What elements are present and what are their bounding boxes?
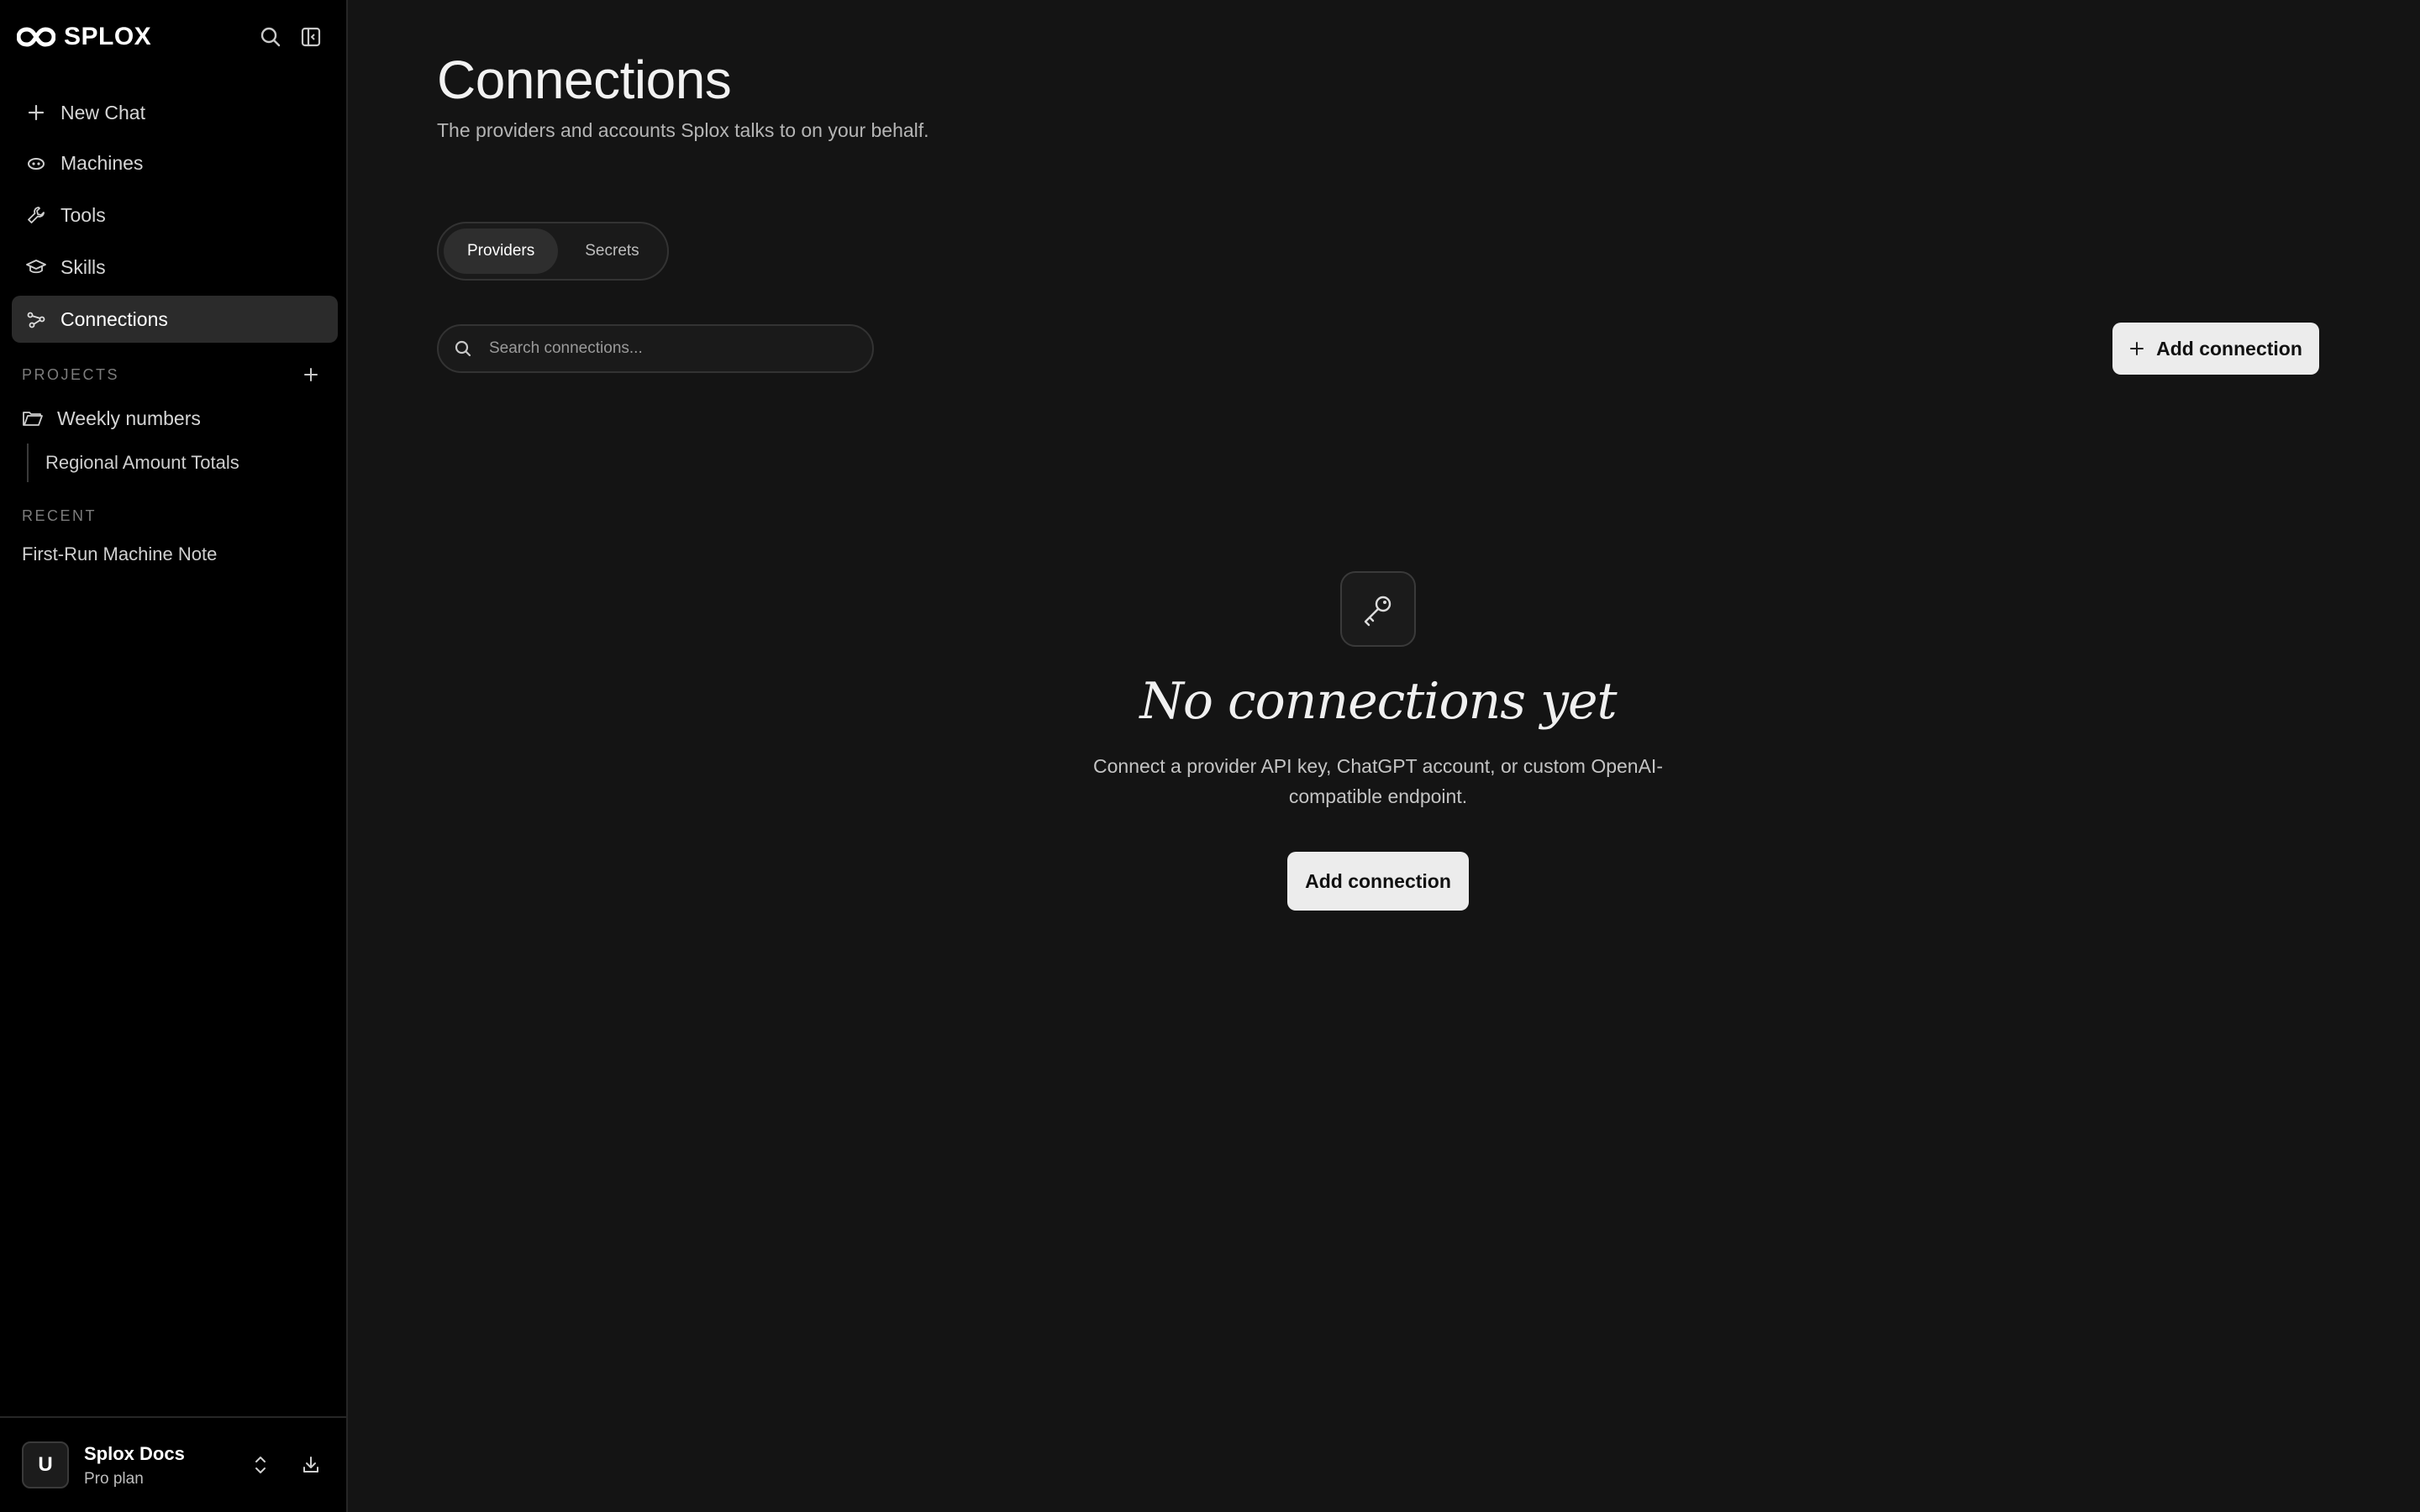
empty-add-connection-button[interactable]: Add connection xyxy=(1287,852,1469,911)
page-title: Connections xyxy=(437,50,732,110)
nav-label: Machines xyxy=(60,151,144,174)
tree-line xyxy=(27,444,29,482)
add-connection-button[interactable]: Add connection xyxy=(2112,323,2319,375)
nav-label: New Chat xyxy=(60,101,145,123)
nav-label: Skills xyxy=(60,255,106,278)
graduation-cap-icon xyxy=(24,255,49,280)
infinity-logo-icon xyxy=(17,27,55,47)
tab-secrets[interactable]: Secrets xyxy=(561,228,662,274)
plus-icon xyxy=(2130,342,2144,355)
empty-state-title: No connections yet xyxy=(1139,672,1617,731)
project-weekly-numbers[interactable]: Weekly numbers xyxy=(22,402,201,435)
nav-label: Connections xyxy=(60,307,168,330)
avatar[interactable]: U xyxy=(22,1441,69,1488)
wrench-icon xyxy=(24,202,49,228)
add-project-icon[interactable] xyxy=(299,363,323,386)
tab-switcher: Providers Secrets xyxy=(437,222,669,281)
sidebar-item-tools[interactable]: Tools xyxy=(12,192,338,239)
account-plan: Pro plan xyxy=(84,1470,144,1488)
account-name[interactable]: Splox Docs xyxy=(84,1443,185,1465)
recent-chat-item[interactable]: First-Run Machine Note xyxy=(22,539,217,570)
recent-label: RECENT xyxy=(22,507,97,524)
collapse-sidebar-icon[interactable] xyxy=(297,24,324,50)
search-box xyxy=(437,324,874,373)
search-icon xyxy=(454,339,477,358)
folder-icon xyxy=(22,409,47,428)
sidebar: SPLOX New Chat Machines Tools Skills Con… xyxy=(0,0,348,1512)
chevron-up-down-icon[interactable] xyxy=(245,1450,276,1480)
sidebar-item-connections[interactable]: Connections xyxy=(12,296,338,343)
account-footer: U Splox Docs Pro plan xyxy=(0,1416,346,1512)
sidebar-item-skills[interactable]: Skills xyxy=(12,244,338,291)
project-name: Weekly numbers xyxy=(57,407,201,429)
brand-name: SPLOX xyxy=(64,23,152,50)
tab-providers[interactable]: Providers xyxy=(444,228,559,274)
add-connection-label: Add connection xyxy=(2156,337,2302,360)
empty-state-description: Connect a provider API key, ChatGPT acco… xyxy=(1093,755,1663,807)
sidebar-item-machines[interactable]: Machines xyxy=(12,139,338,186)
projects-label: PROJECTS xyxy=(22,366,120,383)
download-icon[interactable] xyxy=(296,1450,326,1480)
plus-icon xyxy=(24,100,49,125)
key-icon xyxy=(1340,571,1416,647)
robot-icon xyxy=(24,150,49,176)
brand[interactable]: SPLOX xyxy=(17,22,151,52)
nav-label: Tools xyxy=(60,203,106,226)
new-chat-button[interactable]: New Chat xyxy=(12,89,338,136)
connections-icon xyxy=(24,307,49,332)
project-chat-item[interactable]: Regional Amount Totals xyxy=(45,447,239,479)
search-icon[interactable] xyxy=(257,24,284,50)
search-input[interactable] xyxy=(489,339,842,358)
page-subtitle: The providers and accounts Splox talks t… xyxy=(437,119,929,141)
